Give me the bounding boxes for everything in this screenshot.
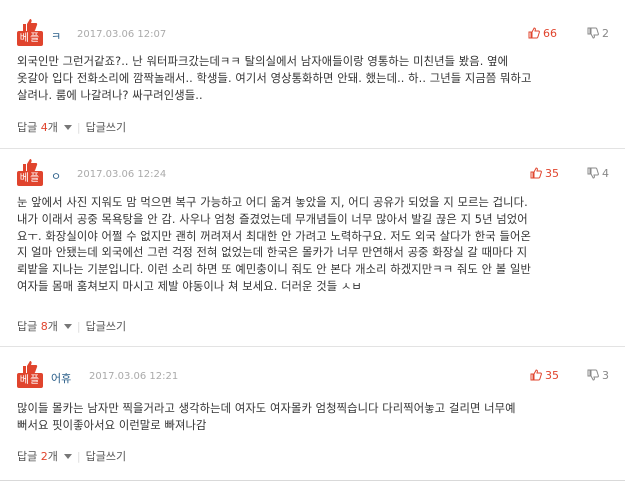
reply-suffix: 개 bbox=[47, 121, 58, 134]
comment-header: 베플 어휴 2017.03.06 12:21 35 3 bbox=[17, 361, 609, 392]
divider bbox=[0, 480, 625, 481]
comment-item: 베플 ㅋ 2017.03.06 12:07 66 2 외국인만 그런거같죠?..… bbox=[0, 0, 625, 148]
reply-label: 답글 bbox=[17, 450, 38, 463]
reply-toggle[interactable]: 답글 8개 bbox=[17, 320, 72, 333]
comment-line: 옷갈아 입다 전화소리에 깜짝놀래서.. 학생들. 여기서 영상통화하면 안돼.… bbox=[17, 71, 532, 85]
reply-count: 2 bbox=[40, 450, 48, 463]
comment-body: 외국인만 그런거같죠?.. 난 워터파크갔는데ㅋㅋ 탈의실에서 남자애들이랑 영… bbox=[17, 54, 609, 104]
thumbs-down-icon bbox=[587, 369, 599, 381]
comment-line: 내가 이래서 공중 목욕탕을 안 감. 사우나 엄청 즐겼었는데 무개념들이 너… bbox=[17, 212, 528, 226]
comment-line: 여자들 몸매 훔쳐보지 마시고 제발 야동이나 쳐 보세요. 더러운 것들 ㅅㅂ bbox=[17, 279, 362, 293]
comment-line: 외국인만 그런거같죠?.. 난 워터파크갔는데ㅋㅋ 탈의실에서 남자애들이랑 영… bbox=[17, 55, 509, 68]
write-reply-link[interactable]: 답글쓰기 bbox=[86, 450, 126, 463]
thumbs-up-icon bbox=[23, 19, 38, 32]
reply-suffix: 개 bbox=[47, 320, 58, 333]
comment-item: 베플 어휴 2017.03.06 12:21 35 3 많이들 몰카는 남자만 … bbox=[0, 346, 625, 488]
downvote-count: 2 bbox=[602, 27, 609, 40]
thumbs-up-icon bbox=[23, 159, 38, 172]
comment-footer: 답글 8개 | 답글쓰기 bbox=[17, 318, 126, 334]
upvote-count: 35 bbox=[545, 369, 559, 382]
chevron-down-icon bbox=[63, 324, 72, 329]
upvote-button[interactable]: 35 bbox=[530, 166, 559, 182]
comment-body: 많이들 몰카는 남자만 찍을거라고 생각하는데 여자도 여자몰카 엄청찍습니다 … bbox=[17, 401, 609, 435]
comment-author[interactable]: ㅋ bbox=[51, 28, 61, 44]
downvote-button[interactable]: 2 bbox=[587, 26, 609, 42]
write-reply-link[interactable]: 답글쓰기 bbox=[86, 320, 126, 333]
comment-date: 2017.03.06 12:07 bbox=[77, 29, 167, 40]
best-badge: 베플 bbox=[17, 361, 43, 390]
comment-item: 베플 ㅇ 2017.03.06 12:24 35 4 눈 앞에서 사진 지워도 … bbox=[0, 148, 625, 346]
comment-footer: 답글 4개 | 답글쓰기 bbox=[17, 119, 126, 135]
comment-date: 2017.03.06 12:21 bbox=[89, 371, 179, 382]
reply-label: 답글 bbox=[17, 320, 38, 333]
upvote-button[interactable]: 35 bbox=[530, 368, 559, 384]
comment-line: 지 얼마 안됐는데 외국에선 그런 걱정 전혀 없었는데 한국은 몰카가 너무 … bbox=[17, 246, 528, 260]
downvote-button[interactable]: 3 bbox=[587, 368, 609, 384]
comment-header: 베플 ㅇ 2017.03.06 12:24 35 4 bbox=[17, 159, 609, 190]
chevron-down-icon bbox=[63, 454, 72, 459]
reply-toggle[interactable]: 답글 2개 bbox=[17, 450, 72, 463]
thumbs-up-icon bbox=[530, 369, 542, 381]
comment-line: 눈 앞에서 사진 지워도 맘 먹으면 복구 가능하고 어디 옮겨 놓았을 지, … bbox=[17, 196, 528, 209]
best-badge: 베플 bbox=[17, 19, 43, 48]
downvote-count: 4 bbox=[602, 167, 609, 180]
comment-line: 뢰밭을 지나는 기분입니다. 이런 소리 하면 또 예민충이니 줘도 안 본다 … bbox=[17, 263, 531, 277]
best-badge: 베플 bbox=[17, 159, 43, 188]
comment-line: 뻐서요 핏이좋아서요 이런말로 빠져나감 bbox=[17, 418, 207, 432]
comment-body: 눈 앞에서 사진 지워도 맘 먹으면 복구 가능하고 어디 옮겨 놓았을 지, … bbox=[17, 195, 609, 296]
reply-toggle[interactable]: 답글 4개 bbox=[17, 121, 72, 134]
comment-author[interactable]: ㅇ bbox=[51, 168, 61, 184]
comment-line: 요ㅜ. 화장실이야 어쩔 수 없지만 괜히 꺼려져서 최대한 안 가려고 노력하… bbox=[17, 229, 531, 243]
best-label: 베플 bbox=[17, 31, 43, 46]
separator: | bbox=[76, 121, 81, 134]
separator: | bbox=[76, 450, 81, 463]
comment-header: 베플 ㅋ 2017.03.06 12:07 66 2 bbox=[17, 19, 609, 50]
comment-footer: 답글 2개 | 답글쓰기 bbox=[17, 448, 126, 464]
downvote-count: 3 bbox=[602, 369, 609, 382]
upvote-button[interactable]: 66 bbox=[528, 26, 557, 42]
best-label: 베플 bbox=[17, 171, 43, 186]
thumbs-up-icon bbox=[528, 27, 540, 39]
thumbs-down-icon bbox=[587, 27, 599, 39]
reply-count: 8 bbox=[40, 320, 48, 333]
best-label: 베플 bbox=[17, 373, 43, 388]
comment-author[interactable]: 어휴 bbox=[51, 370, 71, 386]
separator: | bbox=[76, 320, 81, 333]
thumbs-up-icon bbox=[530, 167, 542, 179]
comment-date: 2017.03.06 12:24 bbox=[77, 169, 167, 180]
reply-suffix: 개 bbox=[47, 450, 58, 463]
comment-line: 살려나. 룸에 나갈려나? 싸구려인생들.. bbox=[17, 88, 203, 102]
upvote-count: 35 bbox=[545, 167, 559, 180]
thumbs-up-icon bbox=[23, 361, 38, 374]
downvote-button[interactable]: 4 bbox=[587, 166, 609, 182]
write-reply-link[interactable]: 답글쓰기 bbox=[86, 121, 126, 134]
chevron-down-icon bbox=[63, 125, 72, 130]
comment-line: 많이들 몰카는 남자만 찍을거라고 생각하는데 여자도 여자몰카 엄청찍습니다 … bbox=[17, 402, 516, 415]
reply-count: 4 bbox=[40, 121, 48, 134]
reply-label: 답글 bbox=[17, 121, 38, 134]
upvote-count: 66 bbox=[543, 27, 557, 40]
thumbs-down-icon bbox=[587, 167, 599, 179]
